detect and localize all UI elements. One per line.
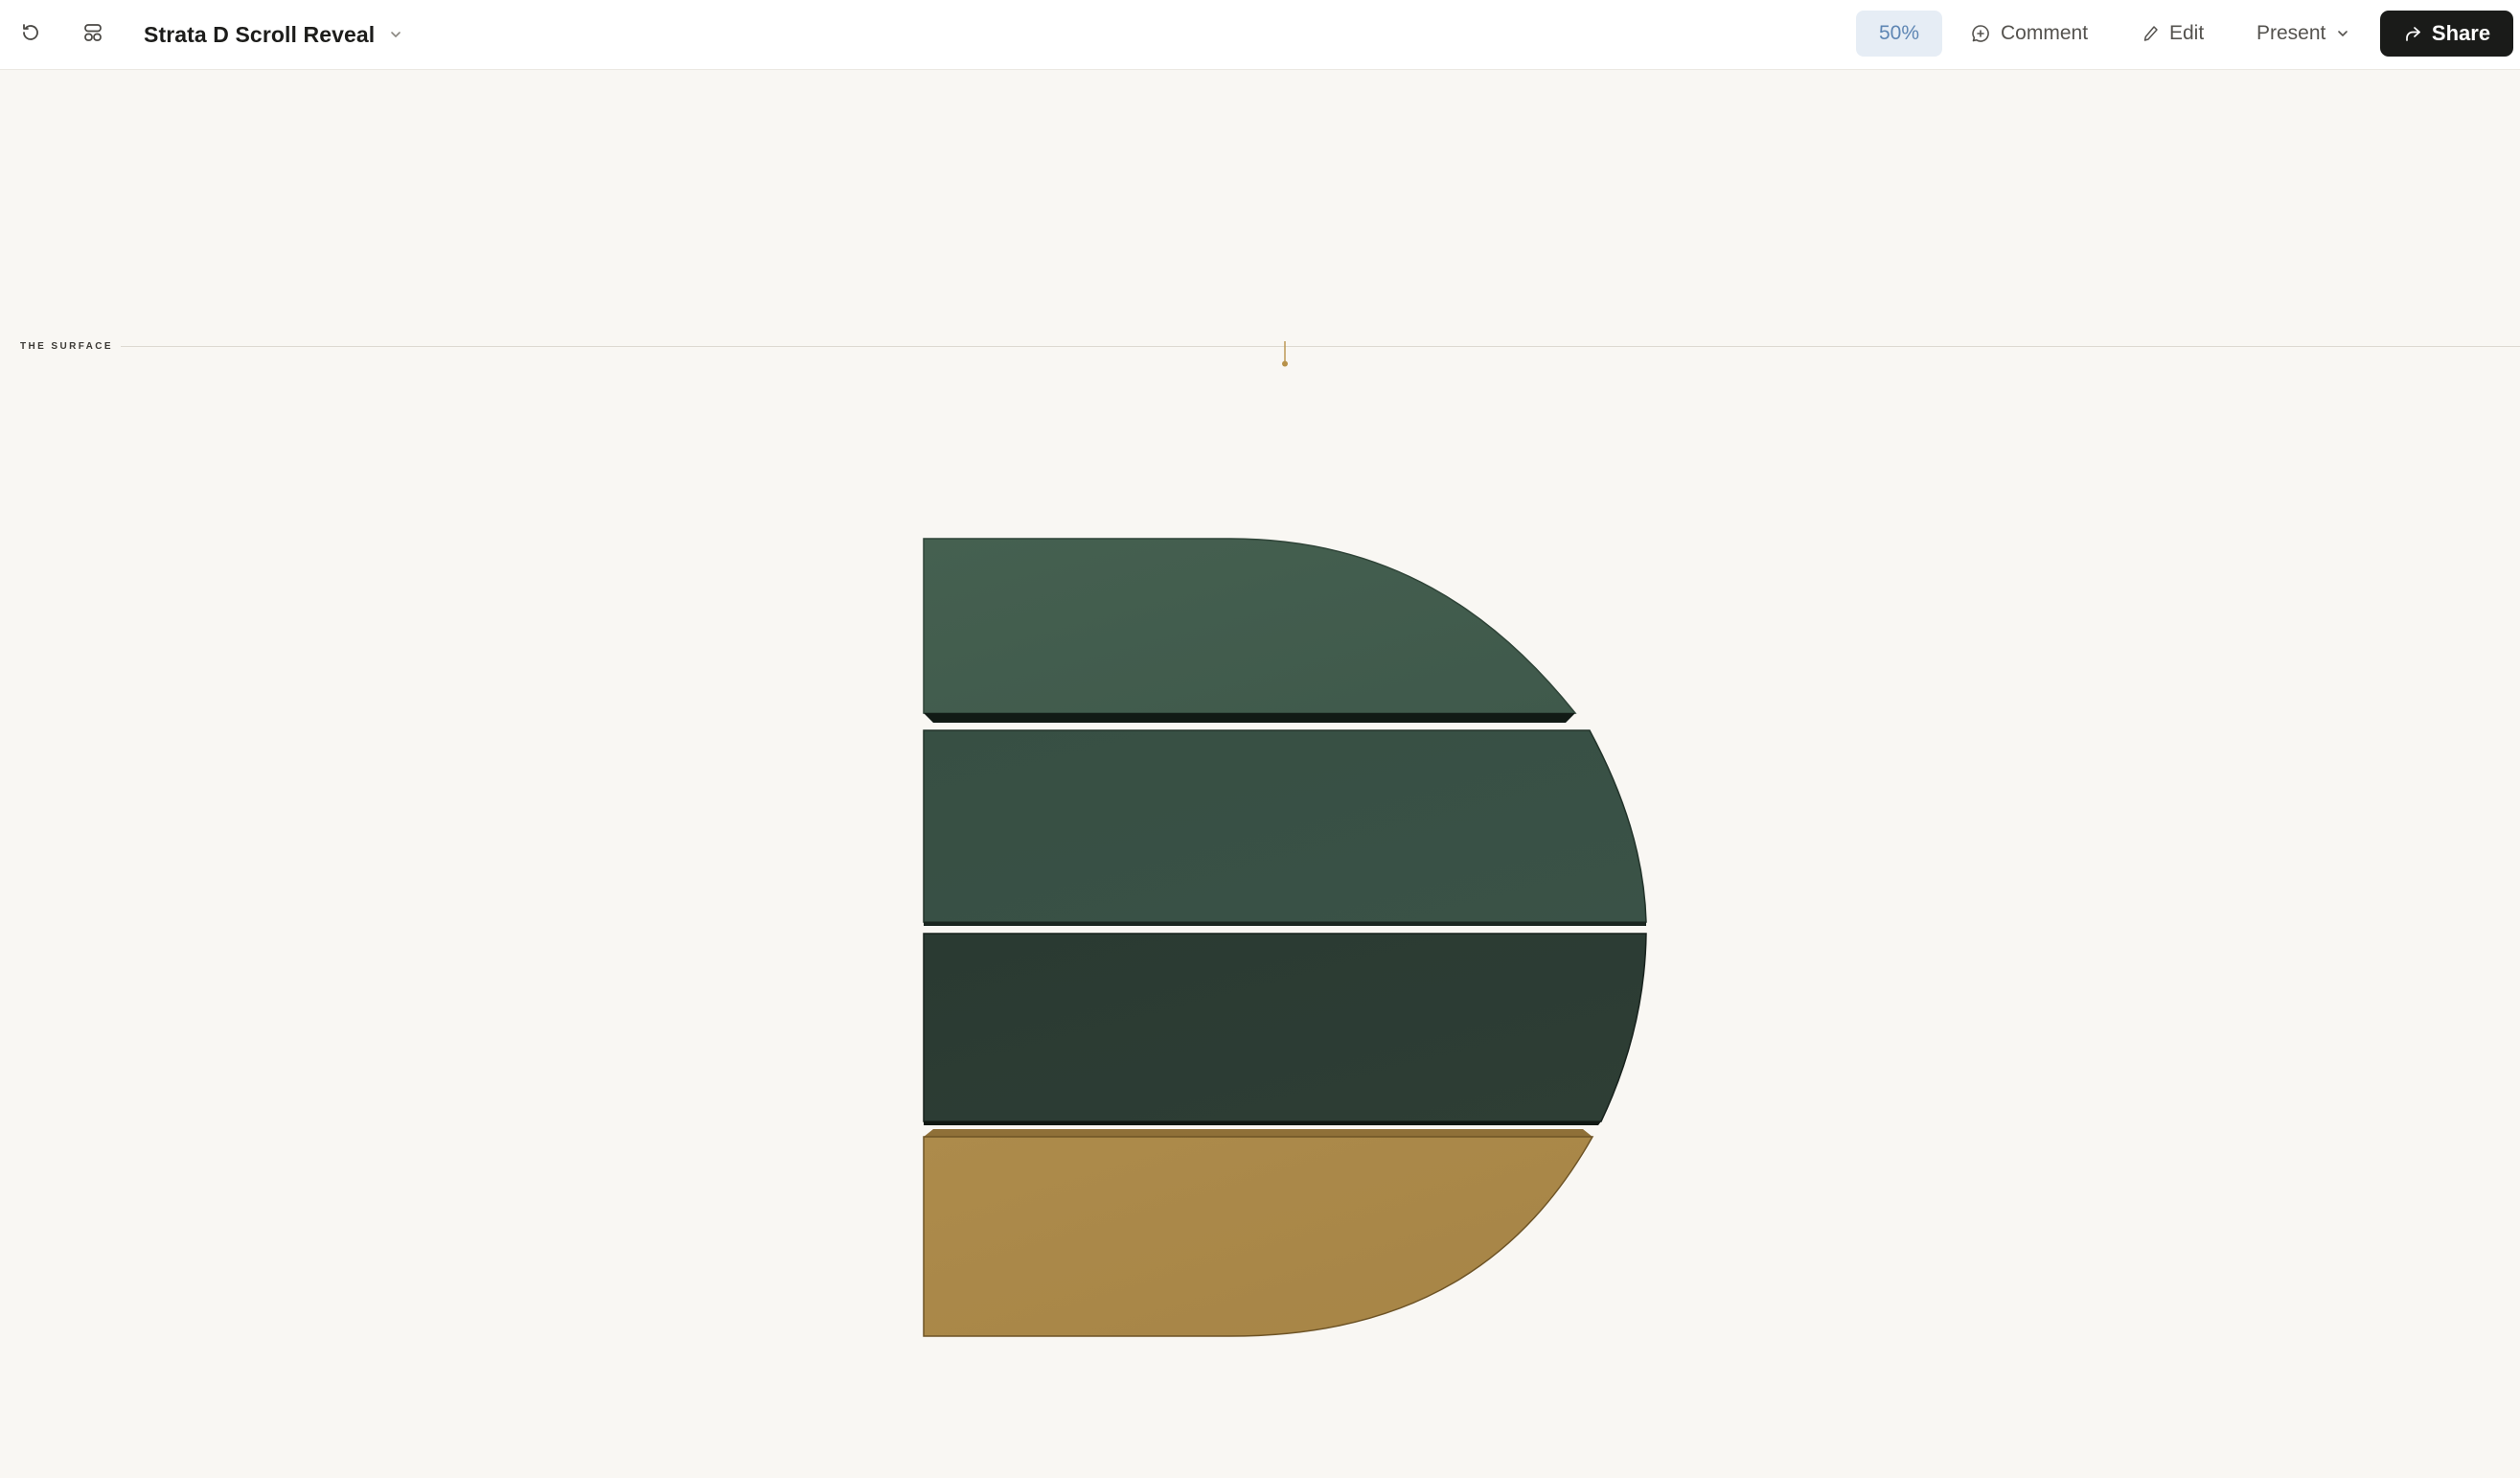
surface-label: THE SURFACE: [20, 341, 113, 352]
canvas: THE SURFACE: [0, 71, 2520, 1478]
chevron-down-icon: [391, 32, 401, 37]
share-arrow-icon: [2406, 27, 2420, 41]
present-button[interactable]: Present: [2257, 11, 2350, 57]
share-label: Share: [2431, 21, 2491, 45]
strata-layer-1: [923, 538, 1577, 723]
top-toolbar: Strata D Scroll Reveal 50% Comment Edit …: [0, 0, 2520, 70]
document-title: Strata D Scroll Reveal: [144, 21, 376, 47]
chevron-down-icon: [2338, 31, 2348, 36]
scroll-marker-icon: [1282, 341, 1288, 367]
surface-line: [121, 346, 2520, 347]
edit-label: Edit: [2169, 22, 2205, 44]
comment-label: Comment: [2001, 22, 2089, 44]
comment-button[interactable]: Comment: [1970, 11, 2088, 57]
layout-icon: [84, 24, 102, 41]
comment-icon: [1972, 25, 1989, 42]
strata-layer-4: [923, 1129, 1594, 1337]
share-button[interactable]: Share: [2380, 11, 2513, 57]
pencil-icon: [2143, 26, 2158, 41]
strata-layer-3: [923, 933, 1647, 1125]
layout-toggle-button[interactable]: [74, 13, 112, 52]
document-title-menu[interactable]: Strata D Scroll Reveal: [144, 19, 403, 50]
reload-icon: [23, 24, 38, 40]
edit-button[interactable]: Edit: [2142, 11, 2204, 57]
zoom-level-button[interactable]: 50%: [1856, 11, 1942, 57]
strata-layer-2: [923, 729, 1647, 926]
strata-d-logo: [923, 538, 1647, 1337]
present-label: Present: [2257, 22, 2326, 44]
reload-button[interactable]: [11, 13, 50, 52]
